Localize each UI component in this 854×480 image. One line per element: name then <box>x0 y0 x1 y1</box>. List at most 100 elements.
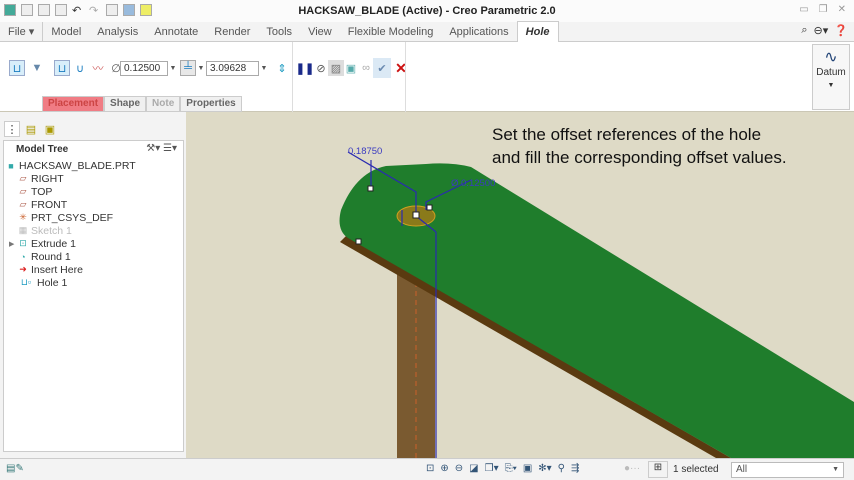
depth-option-icon[interactable]: ╧ <box>180 60 196 76</box>
navigator-toggle-icon[interactable]: ▤✎ <box>6 463 24 474</box>
preview-icon[interactable]: ▨ <box>328 60 344 76</box>
verify-icon[interactable]: ▣ <box>343 60 359 76</box>
help-icon[interactable]: ❓ <box>834 24 848 37</box>
spin-center-icon[interactable]: ⇶ <box>571 463 579 474</box>
tab-properties[interactable]: Properties <box>180 96 242 112</box>
datum-plane-icon: ▱ <box>19 186 27 196</box>
offset-handle[interactable] <box>367 185 374 192</box>
pause-icon[interactable]: ❚❚ <box>296 60 314 76</box>
tree-filters-icon[interactable]: ☰▾ <box>163 143 177 154</box>
tree-item-hole[interactable]: ⊔▫ Hole 1 <box>6 276 183 289</box>
tree-item-label: Extrude 1 <box>31 237 76 250</box>
ok-checkmark-icon[interactable]: ✔ <box>373 58 391 78</box>
datum-display-icon[interactable]: ✻▾ <box>538 463 551 474</box>
datum-plane-icon: ▱ <box>19 199 27 209</box>
favorites-tab-icon[interactable]: ▣ <box>42 121 58 137</box>
zoom-in-icon[interactable]: ⊕ <box>440 463 448 474</box>
cancel-x-icon[interactable]: ✕ <box>393 60 409 76</box>
navigator-panel: ⋮ ▤ ▣ Model Tree ⚒▾ ☰▾ ■ HACKSAW_BLADE.PR… <box>0 112 186 458</box>
flat-drill-icon[interactable]: ⊔ <box>54 60 70 76</box>
tab-hole[interactable]: Hole <box>516 21 559 42</box>
expand-arrow-icon[interactable]: ▶ <box>9 240 18 248</box>
tree-item-sketch[interactable]: ▦ Sketch 1 <box>6 224 183 237</box>
diameter-dropdown[interactable]: ▼ <box>168 61 178 76</box>
glasses-icon[interactable]: ∞ <box>358 60 374 76</box>
center-handle[interactable] <box>412 211 420 219</box>
ribbon-tabs: File ▾ Model Analysis Annotate Render To… <box>0 21 854 42</box>
dashboard-subtabs: Placement Shape Note Properties <box>42 96 242 112</box>
standard-hole-icon[interactable]: ▼ <box>29 60 45 76</box>
model-tree: Model Tree ⚒▾ ☰▾ ■ HACKSAW_BLADE.PRT ▱ RIG… <box>3 140 184 452</box>
tree-item-top[interactable]: ▱ TOP <box>6 185 183 198</box>
sketch-profile-icon[interactable]: 〰 <box>90 60 106 76</box>
restore-icon[interactable]: ❐ <box>819 4 828 15</box>
tab-label: File <box>8 25 26 38</box>
view-manager-icon[interactable]: ▣ <box>523 463 532 474</box>
model-tree-tab-icon[interactable]: ⋮ <box>4 121 20 137</box>
repaint-icon[interactable]: ◪ <box>469 463 478 474</box>
tree-settings-icon[interactable]: ⚒▾ <box>146 143 160 154</box>
search-icon[interactable]: ⌕ <box>801 24 807 37</box>
instruction-caption: Set the offset references of the hole an… <box>492 123 787 169</box>
depth-dropdown[interactable]: ▼ <box>259 61 269 76</box>
simple-hole-icon[interactable]: ⊔ <box>9 60 25 76</box>
tab-file[interactable]: File ▾ <box>0 21 44 42</box>
title-bar: ↶ ↷ HACKSAW_BLADE (Active) - Creo Parame… <box>0 0 854 22</box>
close-icon[interactable]: ✕ <box>838 4 846 15</box>
tab-annotate[interactable]: Annotate <box>146 22 206 42</box>
selection-filter[interactable]: All ▼ <box>731 462 844 478</box>
filter-value: All <box>736 464 748 475</box>
no-preview-icon[interactable]: ⊘ <box>313 60 329 76</box>
tree-item-label: TOP <box>31 185 53 198</box>
tab-placement[interactable]: Placement <box>42 96 105 112</box>
tree-item-right[interactable]: ▱ RIGHT <box>6 172 183 185</box>
offset-dimension[interactable]: 0.18750 <box>348 146 382 157</box>
folder-browser-tab-icon[interactable]: ▤ <box>23 121 39 137</box>
chevron-down-icon: ▼ <box>832 466 839 473</box>
diameter-dimension[interactable]: Ø 0.12500 <box>451 178 495 189</box>
diameter-handle[interactable] <box>426 204 433 211</box>
tab-model[interactable]: Model <box>43 22 89 42</box>
round-icon: ◔ <box>20 251 26 262</box>
status-light-icon: ●··· <box>624 463 641 474</box>
tab-shape[interactable]: Shape <box>104 96 147 112</box>
tree-item-label: Sketch 1 <box>31 224 72 237</box>
reference-handle[interactable] <box>355 238 362 245</box>
flip-direction-icon[interactable]: ⇕ <box>274 60 290 76</box>
datum-dropdown-icon: ▼ <box>827 82 835 89</box>
refit-icon[interactable]: ⊡ <box>426 463 434 474</box>
tree-item-round[interactable]: ◔ Round 1 <box>6 250 183 263</box>
standard-drill-icon[interactable]: ∪ <box>72 60 88 76</box>
depth-input[interactable]: 3.09628 <box>206 61 259 76</box>
diameter-input[interactable]: 0.12500 <box>120 61 168 76</box>
display-style-icon[interactable]: ❒▾ <box>485 463 499 474</box>
tab-render[interactable]: Render <box>206 22 258 42</box>
tree-item-label: FRONT <box>31 198 68 211</box>
tree-item-insert-here[interactable]: ➜ Insert Here <box>6 263 183 276</box>
minimize-icon[interactable]: ▭ <box>799 4 808 15</box>
tab-applications[interactable]: Applications <box>441 22 516 42</box>
datum-button[interactable]: ∿ Datum ▼ <box>812 44 850 110</box>
tree-item-extrude[interactable]: ▶ ⊡ Extrude 1 <box>6 237 183 250</box>
tab-analysis[interactable]: Analysis <box>89 22 146 42</box>
tab-note[interactable]: Note <box>146 96 181 112</box>
tab-flexible-modeling[interactable]: Flexible Modeling <box>340 22 442 42</box>
tree-item-label: HACKSAW_BLADE.PRT <box>19 159 136 172</box>
tab-view[interactable]: View <box>300 22 340 42</box>
settings-icon[interactable]: ⊖▾ <box>814 24 829 37</box>
tree-item-csys[interactable]: ✳ PRT_CSYS_DEF <box>6 211 183 224</box>
depth-option-dropdown[interactable]: ▼ <box>196 61 206 76</box>
zoom-out-icon[interactable]: ⊖ <box>455 463 463 474</box>
insert-arrow-icon: ➜ <box>19 264 27 274</box>
tree-item-label: RIGHT <box>31 172 64 185</box>
tree-item-front[interactable]: ▱ FRONT <box>6 198 183 211</box>
saved-orientations-icon[interactable]: ⎘▾ <box>505 463 517 474</box>
datum-curve-icon: ∿ <box>824 49 838 66</box>
tab-tools[interactable]: Tools <box>258 22 300 42</box>
find-icon[interactable]: ⊞ <box>648 461 668 478</box>
tree-item-label: Insert Here <box>31 263 83 276</box>
annotation-display-icon[interactable]: ⚲ <box>558 463 565 474</box>
tree-item-label: PRT_CSYS_DEF <box>31 211 114 224</box>
window-title: HACKSAW_BLADE (Active) - Creo Parametric… <box>298 5 556 17</box>
tree-item-part[interactable]: ■ HACKSAW_BLADE.PRT <box>6 159 183 172</box>
